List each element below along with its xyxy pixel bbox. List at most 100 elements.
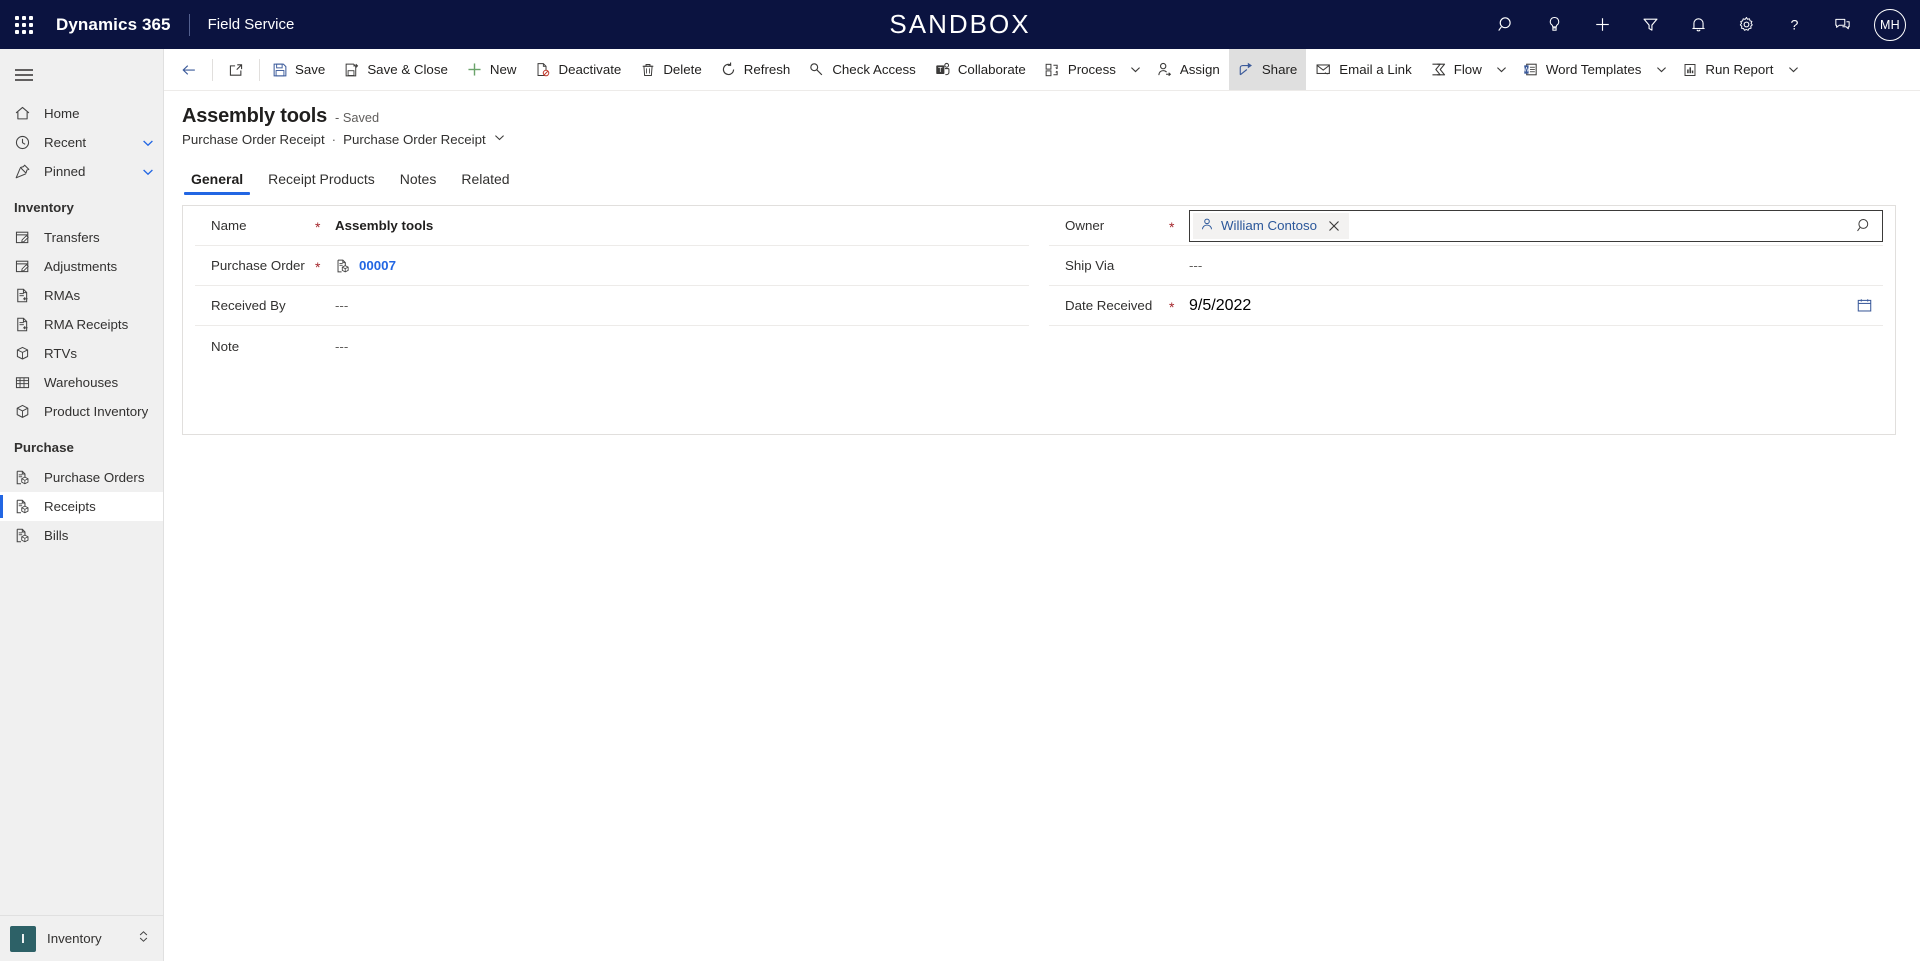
field-value: 9/5/2022: [1189, 296, 1252, 314]
email-link-icon: [1315, 61, 1332, 78]
close-icon[interactable]: [1324, 215, 1344, 237]
save-button[interactable]: Save: [262, 49, 334, 90]
tab-label: Receipt Products: [268, 171, 375, 187]
record-header: Assembly tools - Saved Purchase Order Re…: [164, 91, 1920, 147]
purchase-order-icon: [14, 469, 31, 486]
sidebar-item-label: RMAs: [44, 288, 81, 303]
help-icon[interactable]: ?: [1770, 0, 1818, 49]
delete-button[interactable]: Delete: [630, 49, 710, 90]
field-purchase-order: Purchase Order * 00007: [195, 246, 1029, 286]
process-chevron-down-icon[interactable]: [1125, 49, 1147, 90]
note-input[interactable]: ---: [335, 326, 1029, 366]
owner-pill[interactable]: William Contoso: [1193, 212, 1350, 239]
form-selector-chevron-down-icon[interactable]: [493, 131, 506, 147]
word-templates-chevron-down-icon[interactable]: [1650, 49, 1672, 90]
back-arrow-icon[interactable]: [172, 53, 206, 87]
tab-label: Notes: [399, 171, 437, 187]
refresh-icon: [720, 61, 737, 78]
flow-chevron-down-icon[interactable]: [1491, 49, 1513, 90]
save-and-close-button[interactable]: Save & Close: [334, 49, 457, 90]
rma-icon: [14, 287, 31, 304]
app-root: Dynamics 365 Field Service SANDBOX ? MH …: [0, 0, 1920, 961]
form-selector-label[interactable]: Purchase Order Receipt: [343, 132, 486, 147]
app-name-label[interactable]: Field Service: [208, 16, 295, 33]
sidebar-item-label: Bills: [44, 528, 69, 543]
chevron-down-icon[interactable]: [141, 136, 155, 150]
clock-icon: [14, 134, 31, 151]
command-label: Deactivate: [558, 62, 622, 77]
sidebar-item-purchase-orders[interactable]: Purchase Orders: [0, 463, 163, 492]
sidebar-item-adjustments[interactable]: Adjustments: [0, 252, 163, 281]
tab-notes[interactable]: Notes: [391, 171, 446, 195]
share-icon: [1238, 61, 1255, 78]
ship-via-input[interactable]: ---: [1189, 246, 1883, 285]
rma-receipt-icon: [14, 316, 31, 333]
lookup-search-icon[interactable]: [1850, 212, 1878, 240]
sidebar-item-recent[interactable]: Recent: [0, 128, 163, 157]
hamburger-menu-icon[interactable]: [0, 55, 163, 95]
breadcrumb-entity: Purchase Order Receipt: [182, 131, 325, 147]
sidebar-item-pinned[interactable]: Pinned: [0, 157, 163, 186]
lightbulb-icon[interactable]: [1530, 0, 1578, 49]
purchase-order-lookup[interactable]: 00007: [335, 246, 1029, 285]
check-access-button[interactable]: Check Access: [799, 49, 925, 90]
tab-receipt-products[interactable]: Receipt Products: [259, 171, 384, 195]
command-label: New: [489, 62, 517, 77]
new-button[interactable]: New: [457, 49, 526, 90]
feedback-icon[interactable]: [1818, 0, 1866, 49]
open-in-new-window-icon[interactable]: [219, 53, 253, 87]
field-value[interactable]: 00007: [359, 258, 396, 273]
app-body: Home Recent Pinned Inventory Transfers A…: [0, 49, 1920, 961]
share-button[interactable]: Share: [1228, 49, 1307, 90]
area-switcher[interactable]: I Inventory: [0, 915, 163, 961]
sidebar-item-product-inventory[interactable]: Product Inventory: [0, 397, 163, 426]
field-label: Owner: [1065, 218, 1105, 233]
deactivate-button[interactable]: Deactivate: [525, 49, 630, 90]
gear-icon[interactable]: [1722, 0, 1770, 49]
command-label: Flow: [1453, 62, 1482, 77]
refresh-button[interactable]: Refresh: [711, 49, 800, 90]
calendar-icon[interactable]: [1849, 291, 1879, 321]
sidebar-item-rma-receipts[interactable]: RMA Receipts: [0, 310, 163, 339]
process-button[interactable]: Process: [1035, 49, 1125, 90]
chevron-down-icon[interactable]: [141, 165, 155, 179]
word-templates-button[interactable]: W Word Templates: [1513, 49, 1651, 90]
received-by-input[interactable]: ---: [335, 286, 1029, 325]
filter-icon[interactable]: [1626, 0, 1674, 49]
run-report-button[interactable]: Run Report: [1672, 49, 1782, 90]
sidebar-item-rmas[interactable]: RMAs: [0, 281, 163, 310]
brand-label[interactable]: Dynamics 365: [48, 15, 171, 35]
sidebar-item-receipts[interactable]: Receipts: [0, 492, 163, 521]
transfer-icon: [14, 229, 31, 246]
sidebar-item-warehouses[interactable]: Warehouses: [0, 368, 163, 397]
run-report-chevron-down-icon[interactable]: [1782, 49, 1804, 90]
name-input[interactable]: Assembly tools: [335, 206, 1029, 245]
avatar[interactable]: MH: [1874, 8, 1906, 41]
field-name: Name * Assembly tools: [195, 206, 1029, 246]
plus-icon[interactable]: [1578, 0, 1626, 49]
sidebar-item-home[interactable]: Home: [0, 99, 163, 128]
owner-lookup-input[interactable]: William Contoso: [1189, 209, 1883, 242]
app-launcher-icon[interactable]: [0, 0, 48, 49]
email-a-link-button[interactable]: Email a Link: [1306, 49, 1420, 90]
tab-related[interactable]: Related: [452, 171, 518, 195]
sidebar-item-rtvs[interactable]: RTVs: [0, 339, 163, 368]
svg-text:T: T: [938, 66, 943, 74]
assign-button[interactable]: Assign: [1147, 49, 1229, 90]
required-indicator: *: [1169, 298, 1175, 315]
command-label: Assign: [1179, 62, 1220, 77]
chevron-up-down-icon[interactable]: [136, 929, 151, 949]
command-label: Run Report: [1705, 62, 1774, 77]
tab-general[interactable]: General: [182, 171, 252, 195]
flow-button[interactable]: Flow: [1421, 49, 1491, 90]
sidebar-item-label: Purchase Orders: [44, 470, 145, 485]
field-received-by: Received By ---: [195, 286, 1029, 326]
sidebar-item-transfers[interactable]: Transfers: [0, 223, 163, 252]
command-label: Save & Close: [367, 62, 448, 77]
search-icon[interactable]: [1482, 0, 1530, 49]
collaborate-button[interactable]: T Collaborate: [925, 49, 1035, 90]
sidebar-item-bills[interactable]: Bills: [0, 521, 163, 550]
date-received-input[interactable]: 9/5/2022: [1189, 286, 1883, 325]
bell-icon[interactable]: [1674, 0, 1722, 49]
required-indicator: *: [315, 258, 321, 275]
